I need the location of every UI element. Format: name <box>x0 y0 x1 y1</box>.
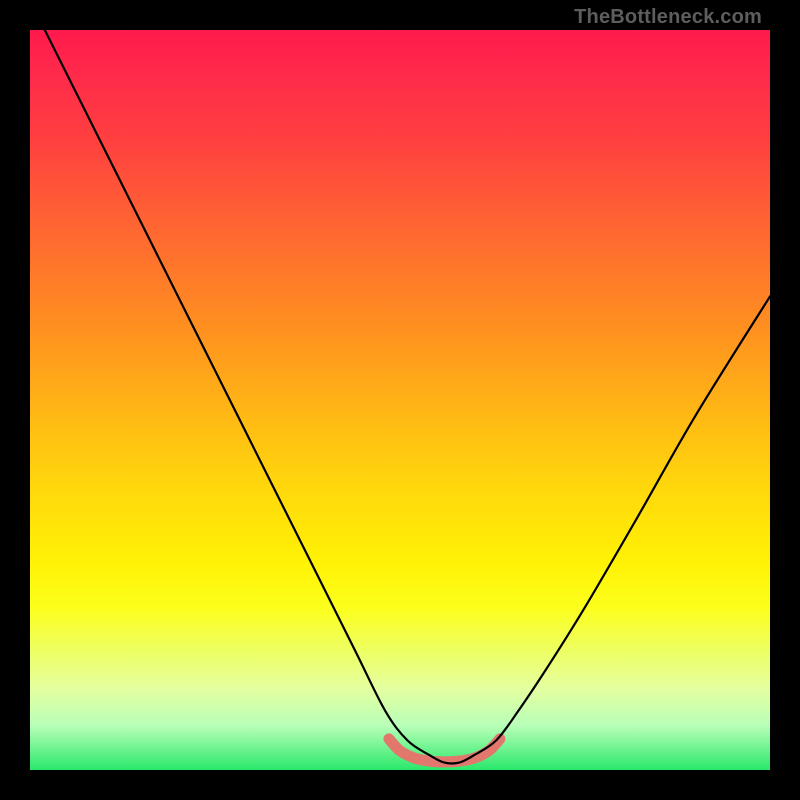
chart-frame: TheBottleneck.com <box>0 0 800 800</box>
watermark-text: TheBottleneck.com <box>574 6 762 29</box>
bottleneck-curve-line <box>45 30 770 764</box>
chart-svg <box>30 30 770 770</box>
plot-area <box>30 30 770 770</box>
